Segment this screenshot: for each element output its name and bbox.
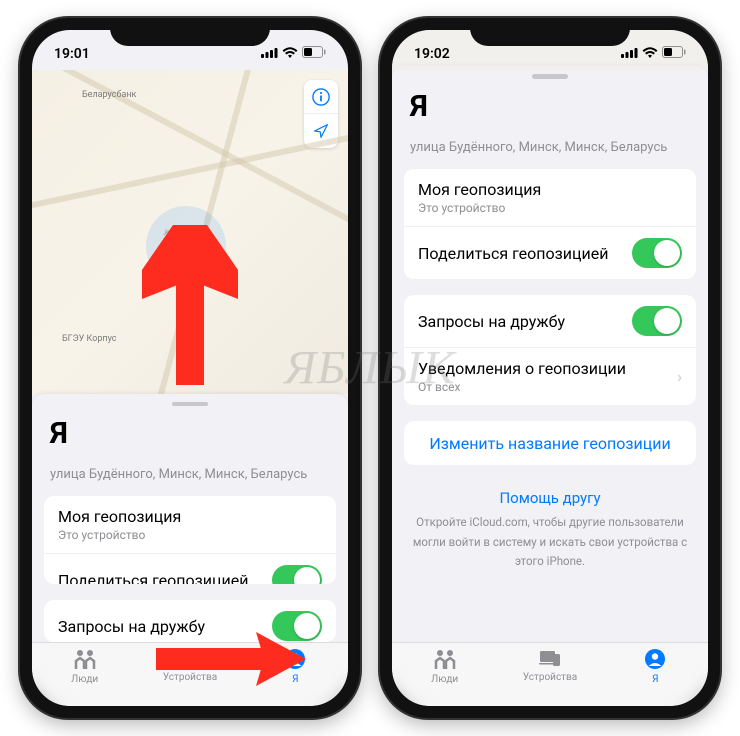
row-label: Поделиться геопозицией xyxy=(418,244,608,263)
notch xyxy=(110,18,270,46)
phone-right: 19:02 Я улица Будённого, Минск, Минск, Б… xyxy=(380,18,720,718)
devices-icon xyxy=(179,649,201,670)
current-location-dot xyxy=(146,206,226,286)
devices-icon xyxy=(539,649,561,670)
me-sheet-full[interactable]: Я улица Будённого, Минск, Минск, Беларус… xyxy=(392,66,708,642)
people-icon xyxy=(432,649,458,672)
tab-devices[interactable]: Устройства xyxy=(498,649,602,683)
tab-me[interactable]: Я xyxy=(243,649,347,685)
chevron-right-icon: › xyxy=(677,367,682,386)
me-icon xyxy=(645,649,665,672)
people-icon xyxy=(72,649,98,672)
link-label: Изменить название геопозиции xyxy=(418,434,682,453)
notch xyxy=(470,18,630,46)
row-detail: От всех xyxy=(418,380,626,394)
row-my-location[interactable]: Моя геопозиция Это устройство xyxy=(44,496,336,554)
tab-label: Устройства xyxy=(163,672,217,683)
row-share-location: Поделиться геопозицией xyxy=(44,554,336,584)
friend-toggle[interactable] xyxy=(632,306,682,336)
signal-icon xyxy=(261,46,278,62)
row-friend-requests: Запросы на дружбу xyxy=(404,295,696,348)
row-detail: Это устройство xyxy=(418,201,541,215)
tab-label: Люди xyxy=(71,674,98,685)
tab-label: Я xyxy=(652,674,658,685)
map-view[interactable]: Беларусбанк БГЭУ Корпус улица Будённого xyxy=(32,70,348,394)
phone-left: 19:01 Беларусбанк БГЭУ Корпус улица Будё… xyxy=(20,18,360,718)
help-friend-link[interactable]: Помощь другу xyxy=(412,489,688,507)
screen-left: 19:01 Беларусбанк БГЭУ Корпус улица Будё… xyxy=(32,30,348,706)
tab-devices[interactable]: Устройства xyxy=(138,649,242,683)
section-location: Моя геопозиция Это устройство Поделиться… xyxy=(404,169,696,279)
section-requests: Запросы на дружбу Уведомления о геопозиц… xyxy=(404,295,696,405)
grabber-icon[interactable] xyxy=(532,74,568,79)
battery-icon xyxy=(662,46,686,62)
battery-icon xyxy=(302,46,326,62)
help-description: Откройте iCloud.com, чтобы другие пользо… xyxy=(413,515,687,568)
tab-people[interactable]: Люди xyxy=(393,649,497,685)
section-friend: Запросы на дружбу xyxy=(44,600,336,642)
wifi-icon xyxy=(642,46,658,62)
address-text: улица Будённого, Минск, Минск, Беларусь xyxy=(32,461,348,496)
map-poi: Беларусбанк xyxy=(82,90,136,100)
section-rename: Изменить название геопозиции xyxy=(404,421,696,465)
row-share-location: Поделиться геопозицией xyxy=(404,227,696,279)
tab-people[interactable]: Люди xyxy=(33,649,137,685)
tab-label: Люди xyxy=(431,674,458,685)
share-toggle[interactable] xyxy=(272,565,322,584)
address-text: улица Будённого, Минск, Минск, Беларусь xyxy=(392,134,708,169)
row-label: Запросы на дружбу xyxy=(418,312,565,331)
status-icons xyxy=(621,46,686,62)
row-label: Запросы на дружбу xyxy=(58,617,205,636)
grabber-icon[interactable] xyxy=(172,402,208,406)
tab-bar: Люди Устройства Я xyxy=(32,642,348,706)
map-poi: БГЭУ Корпус xyxy=(62,334,117,344)
friend-toggle[interactable] xyxy=(272,611,322,641)
signal-icon xyxy=(621,46,638,62)
share-toggle[interactable] xyxy=(632,238,682,268)
map-controls xyxy=(304,80,338,148)
status-time: 19:01 xyxy=(54,46,90,62)
me-icon xyxy=(285,649,305,672)
row-detail: Это устройство xyxy=(58,528,181,542)
row-friend-requests: Запросы на дружбу xyxy=(44,600,336,642)
tab-label: Устройства xyxy=(523,672,577,683)
sheet-title: Я xyxy=(392,85,708,134)
row-notifications[interactable]: Уведомления о геопозиции От всех › xyxy=(404,348,696,405)
tab-bar: Люди Устройства Я xyxy=(392,642,708,706)
row-rename-location[interactable]: Изменить название геопозиции xyxy=(404,421,696,465)
row-label: Моя геопозиция xyxy=(58,507,181,526)
row-label: Поделиться геопозицией xyxy=(58,571,248,585)
status-icons xyxy=(261,46,326,62)
row-my-location[interactable]: Моя геопозиция Это устройство xyxy=(404,169,696,227)
row-label: Моя геопозиция xyxy=(418,180,541,199)
tab-me[interactable]: Я xyxy=(603,649,707,685)
help-block: Помощь другу Откройте iCloud.com, чтобы … xyxy=(392,481,708,578)
me-sheet[interactable]: Я улица Будённого, Минск, Минск, Беларус… xyxy=(32,394,348,642)
info-button[interactable] xyxy=(304,80,338,114)
section-location: Моя геопозиция Это устройство Поделиться… xyxy=(44,496,336,584)
row-label: Уведомления о геопозиции xyxy=(418,359,626,378)
tab-label: Я xyxy=(292,674,298,685)
locate-button[interactable] xyxy=(304,114,338,148)
screen-right: 19:02 Я улица Будённого, Минск, Минск, Б… xyxy=(392,30,708,706)
wifi-icon xyxy=(282,46,298,62)
sheet-title: Я xyxy=(32,412,348,461)
status-time: 19:02 xyxy=(414,46,450,62)
